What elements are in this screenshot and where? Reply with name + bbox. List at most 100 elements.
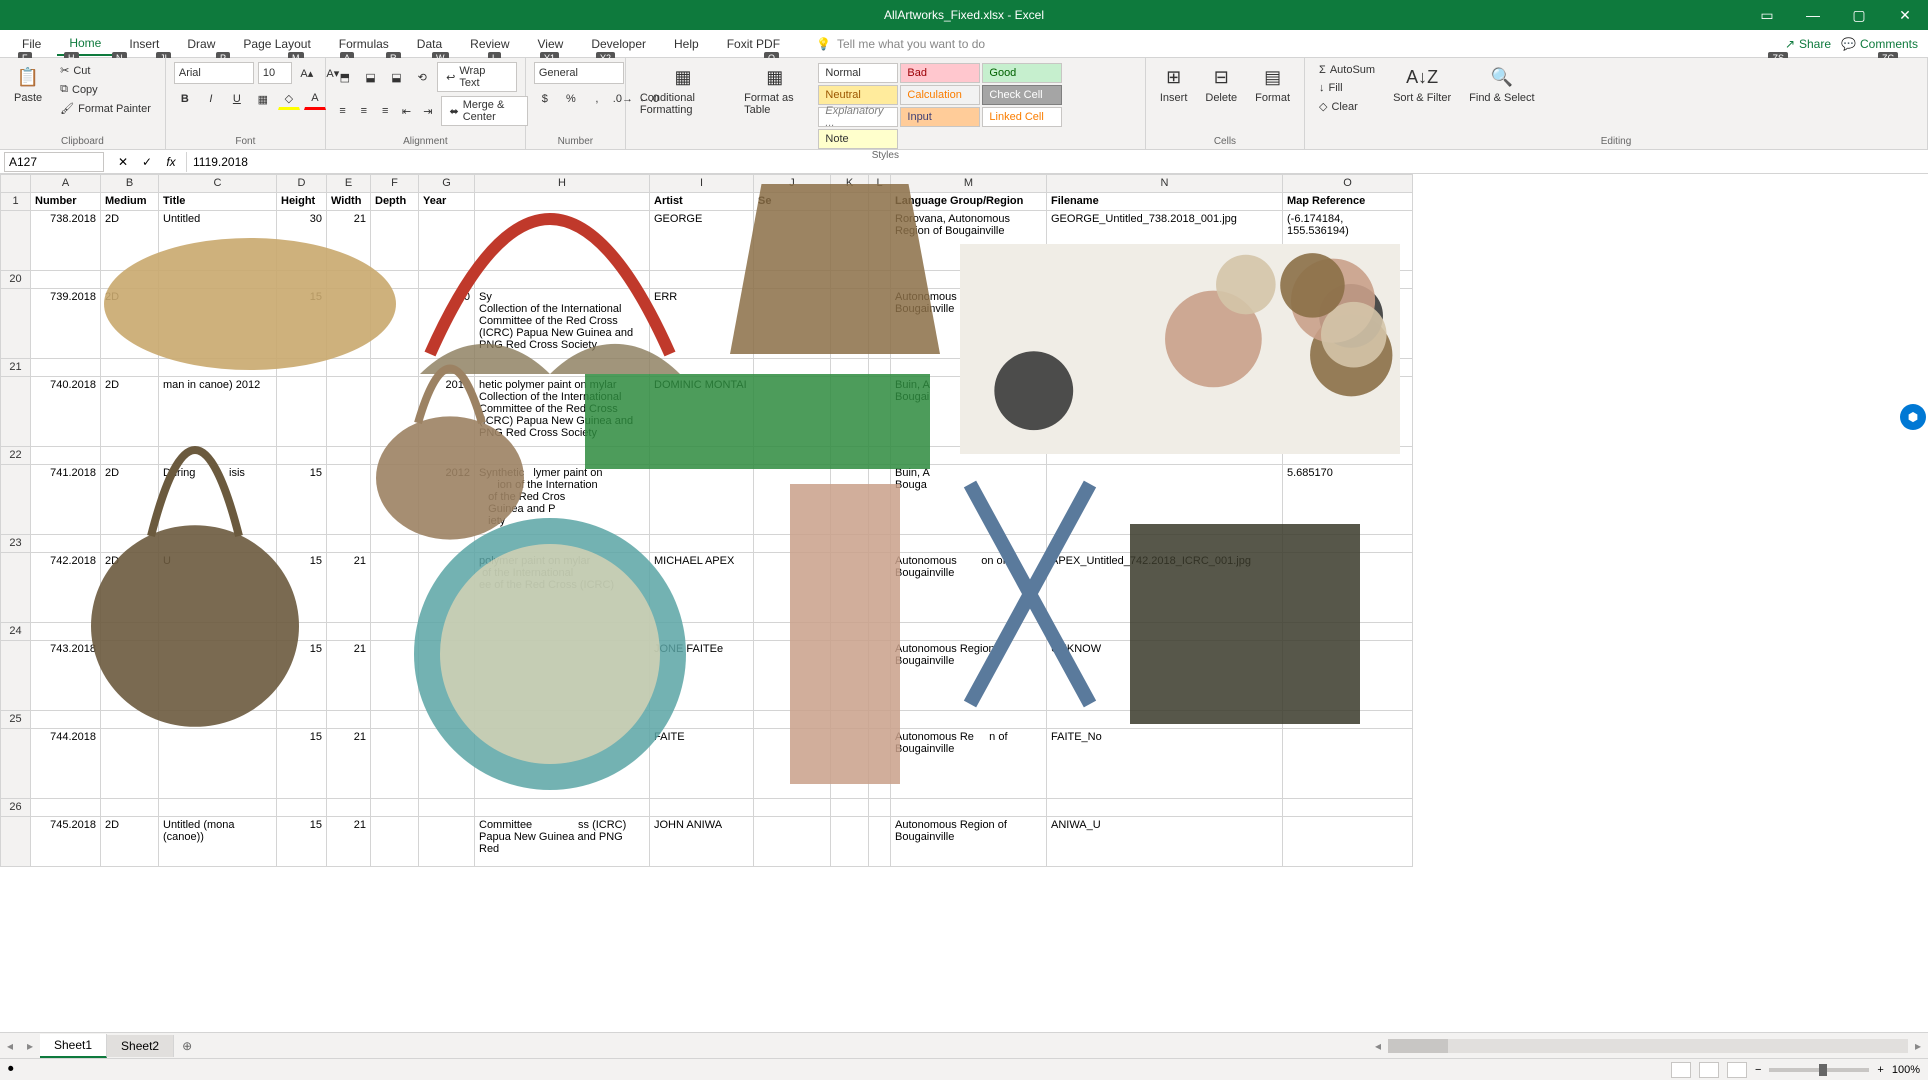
field-header-O[interactable]: Map Reference [1283,193,1413,211]
cell[interactable] [831,289,869,359]
cell[interactable] [1283,817,1413,867]
cell[interactable] [869,711,891,729]
field-header-B[interactable]: Medium [101,193,159,211]
cell[interactable] [371,465,419,535]
cell[interactable] [869,729,891,799]
cell[interactable] [754,817,831,867]
select-all-corner[interactable] [1,175,31,193]
cell[interactable] [277,799,327,817]
cell[interactable] [754,641,831,711]
col-header-O[interactable]: O [1283,175,1413,193]
comments-button[interactable]: 💬Comments [1841,37,1918,51]
cell[interactable] [371,359,419,377]
cell[interactable]: 743.2018 [31,641,101,711]
cell[interactable]: 30 [277,211,327,271]
cell[interactable] [371,271,419,289]
row-header[interactable] [1,377,31,447]
cell[interactable] [419,729,475,799]
row-header[interactable]: 21 [1,359,31,377]
cell[interactable] [1047,623,1283,641]
field-header-L[interactable] [869,193,891,211]
cell[interactable] [327,377,371,447]
cell[interactable] [419,271,475,289]
cell[interactable] [891,447,1047,465]
cell[interactable] [869,623,891,641]
cell[interactable] [419,553,475,623]
cell[interactable] [1283,289,1413,359]
cell[interactable]: U [159,553,277,623]
comma-icon[interactable]: , [586,88,608,110]
cell[interactable] [419,447,475,465]
clear-button[interactable]: ◇Clear [1313,98,1381,115]
cell[interactable] [101,535,159,553]
cell[interactable] [754,553,831,623]
cell[interactable] [31,623,101,641]
cell[interactable] [1283,799,1413,817]
style-note[interactable]: Note [818,129,898,149]
worksheet-area[interactable]: ABCDEFGHIJKLMNO1NumberMediumTitleHeightW… [0,174,1928,1032]
cell[interactable] [277,359,327,377]
cell[interactable] [869,211,891,271]
field-header-K[interactable] [831,193,869,211]
cell[interactable] [1047,377,1283,447]
cell[interactable] [371,623,419,641]
cell[interactable] [891,271,1047,289]
fill-color-button[interactable]: ◇ [278,88,300,110]
cell[interactable] [475,641,650,711]
cell[interactable] [869,535,891,553]
cell[interactable] [159,271,277,289]
cell[interactable] [869,465,891,535]
style-check-cell[interactable]: Check Cell [982,85,1062,105]
cell[interactable]: 15 [277,729,327,799]
cell[interactable]: Autonomous Re n of Bougainville [891,729,1047,799]
enter-formula-icon[interactable]: ✓ [136,151,158,173]
cell[interactable] [1283,623,1413,641]
cell[interactable] [831,359,869,377]
cell[interactable] [754,271,831,289]
cell[interactable]: DERR_Untitled_739.2018_ICRC_001.jpg [1047,289,1283,359]
cell[interactable]: FAITE [650,729,754,799]
cell[interactable] [419,799,475,817]
cell[interactable] [159,289,277,359]
cell[interactable] [869,641,891,711]
cell[interactable]: 5.685170 [1283,465,1413,535]
col-header-E[interactable]: E [327,175,371,193]
row-header[interactable] [1,641,31,711]
row-header[interactable] [1,289,31,359]
grow-font-icon[interactable]: A▴ [296,62,318,84]
cell[interactable]: During isis [159,465,277,535]
cell[interactable] [1283,271,1413,289]
col-header-H[interactable]: H [475,175,650,193]
tell-me[interactable]: 💡 Tell me what you want to do [816,37,985,51]
cell[interactable] [327,289,371,359]
cell[interactable]: 15 [277,289,327,359]
cell[interactable] [277,711,327,729]
cell[interactable]: Buin, A Regio Bougai [891,377,1047,447]
cell[interactable] [891,359,1047,377]
cell[interactable] [371,211,419,271]
cell[interactable]: Autonomous Region of Bougainville [891,289,1047,359]
worksheet-grid[interactable]: ABCDEFGHIJKLMNO1NumberMediumTitleHeightW… [0,174,1413,867]
row-header[interactable] [1,211,31,271]
cell[interactable] [1283,641,1413,711]
cell[interactable] [327,465,371,535]
tab-developer[interactable]: Developer [579,33,658,55]
tab-nav-first[interactable]: ◂ [0,1039,20,1053]
delete-cells-button[interactable]: ⊟Delete [1199,62,1243,106]
cell[interactable] [371,799,419,817]
cell[interactable] [891,623,1047,641]
cell[interactable] [419,817,475,867]
style-good[interactable]: Good [982,63,1062,83]
style-normal[interactable]: Normal [818,63,898,83]
cell[interactable] [869,377,891,447]
share-button[interactable]: ↗Share [1785,37,1831,51]
cell[interactable] [869,799,891,817]
cell[interactable] [650,465,754,535]
cell[interactable] [327,447,371,465]
copy-button[interactable]: ⧉Copy [54,81,157,98]
dropbox-badge-icon[interactable]: ⬢ [1900,404,1926,430]
col-header-N[interactable]: N [1047,175,1283,193]
cell[interactable]: DOMINIC MONTAI [650,377,754,447]
cell[interactable] [419,535,475,553]
currency-icon[interactable]: $ [534,88,556,110]
